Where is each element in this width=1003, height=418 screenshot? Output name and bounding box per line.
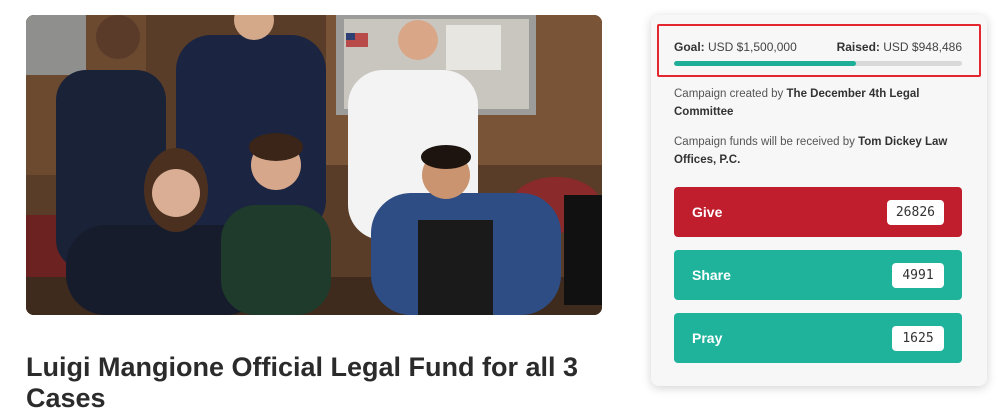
funding-progress-fill bbox=[674, 61, 857, 66]
campaign-photo bbox=[26, 15, 602, 315]
raised-label: Raised: bbox=[836, 40, 880, 54]
goal-label: Goal: bbox=[674, 40, 705, 54]
raised-text: Raised: USD $948,486 bbox=[837, 40, 962, 54]
creator-prefix: Campaign created by bbox=[674, 88, 784, 100]
raised-value: USD $948,486 bbox=[883, 40, 962, 54]
share-count: 4991 bbox=[892, 262, 944, 288]
goal-text: Goal: USD $1,500,000 bbox=[674, 40, 797, 54]
share-label: Share bbox=[692, 267, 731, 283]
goal-value: USD $1,500,000 bbox=[708, 40, 797, 54]
give-button[interactable]: Give 26826 bbox=[674, 187, 962, 237]
campaign-title: Luigi Mangione Official Legal Fund for a… bbox=[26, 352, 579, 413]
pray-button[interactable]: Pray 1625 bbox=[674, 313, 962, 363]
recipient-prefix: Campaign funds will be received by bbox=[674, 136, 855, 148]
goal-raised-row: Goal: USD $1,500,000 Raised: USD $948,48… bbox=[674, 40, 962, 54]
funding-progress-bar bbox=[674, 61, 962, 66]
pray-count: 1625 bbox=[892, 325, 944, 351]
give-label: Give bbox=[692, 204, 723, 220]
share-button[interactable]: Share 4991 bbox=[674, 250, 962, 300]
give-count: 26826 bbox=[886, 199, 944, 225]
campaign-recipient-info: Campaign funds will be received by Tom D… bbox=[674, 133, 974, 169]
pray-label: Pray bbox=[692, 330, 723, 346]
campaign-creator-info: Campaign created by The December 4th Leg… bbox=[674, 85, 974, 121]
